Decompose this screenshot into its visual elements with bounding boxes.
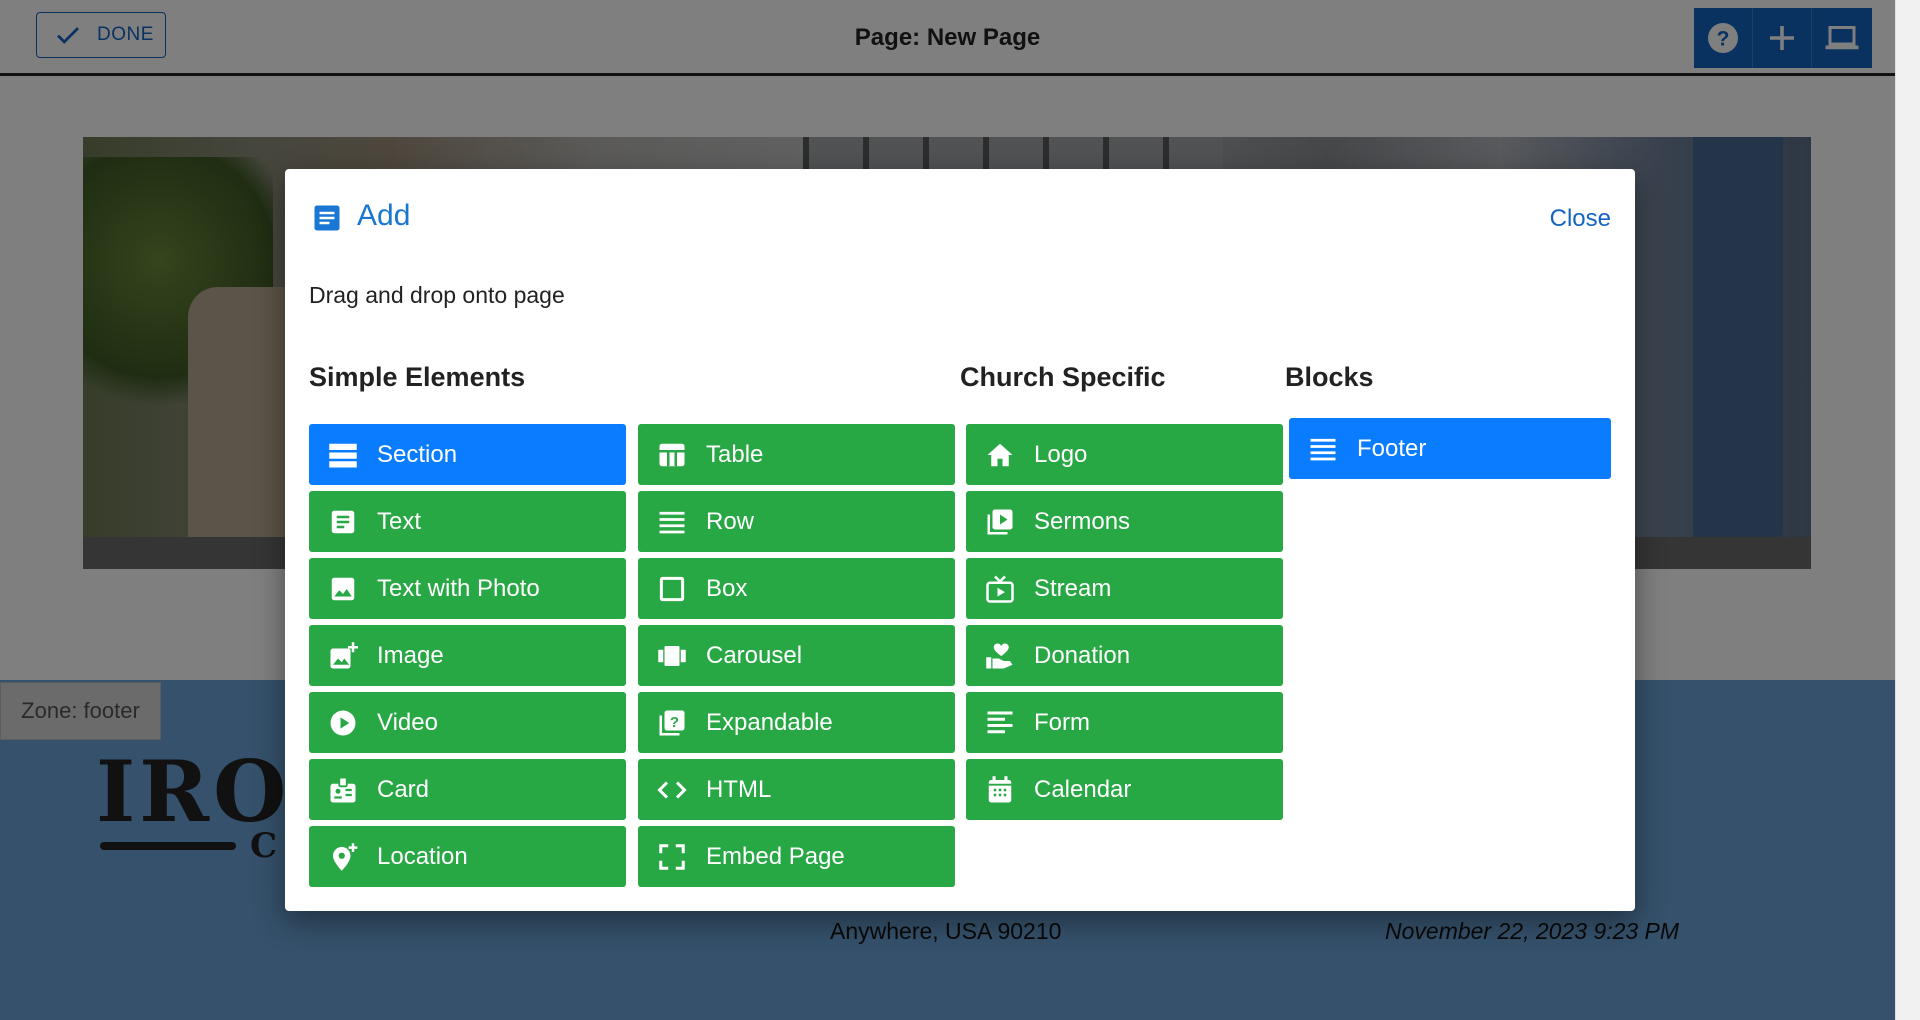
element-calendar[interactable]: Calendar — [966, 759, 1283, 820]
home-icon — [987, 443, 1013, 466]
element-label: HTML — [706, 775, 772, 803]
element-text[interactable]: Text — [309, 491, 626, 552]
text-icon — [331, 510, 355, 533]
play-circle-icon — [330, 710, 356, 735]
element-label: Text — [377, 507, 422, 535]
element-label: Stream — [1034, 574, 1112, 602]
element-sermons[interactable]: Sermons — [966, 491, 1283, 552]
add-photo-icon — [330, 641, 358, 668]
element-video[interactable]: Video — [309, 692, 626, 753]
element-label: Logo — [1034, 440, 1088, 468]
fullscreen-icon — [659, 843, 685, 870]
element-image[interactable]: Image — [309, 625, 626, 686]
row-icon — [659, 511, 685, 533]
svg-text:?: ? — [670, 713, 679, 730]
box-icon — [659, 576, 685, 601]
add-location-icon — [333, 842, 358, 871]
blocks-heading: Blocks — [1285, 362, 1374, 392]
page-scrollbar[interactable] — [1895, 0, 1920, 1020]
element-location[interactable]: Location — [309, 826, 626, 887]
block-footer[interactable]: Footer — [1289, 418, 1611, 479]
element-label: Footer — [1357, 434, 1427, 462]
article-icon — [314, 205, 340, 231]
element-card[interactable]: Card — [309, 759, 626, 820]
element-label: Carousel — [706, 641, 803, 669]
element-label: Text with Photo — [377, 574, 540, 602]
element-embed-page[interactable]: Embed Page — [638, 826, 955, 887]
badge-icon — [330, 776, 356, 802]
volunteer-icon — [986, 643, 1013, 668]
element-label: Video — [377, 708, 438, 736]
element-carousel[interactable]: Carousel — [638, 625, 955, 686]
element-section[interactable]: Section — [309, 424, 626, 485]
element-logo[interactable]: Logo — [966, 424, 1283, 485]
element-donation[interactable]: Donation — [966, 625, 1283, 686]
calendar-icon — [988, 775, 1012, 802]
element-box[interactable]: Box — [638, 558, 955, 619]
dialog-instructions: Drag and drop onto page — [309, 282, 565, 308]
element-label: Form — [1034, 708, 1090, 736]
element-label: Donation — [1034, 641, 1131, 669]
close-button[interactable]: Close — [1550, 205, 1611, 233]
element-label: Card — [377, 775, 430, 803]
element-label: Section — [377, 440, 458, 468]
element-html[interactable]: HTML — [638, 759, 955, 820]
video-library-icon — [987, 509, 1013, 534]
expandable-icon: ? — [659, 710, 685, 735]
element-label: Embed Page — [706, 842, 845, 870]
footer-icon — [1310, 438, 1336, 460]
add-dialog: Add Close Drag and drop onto page Simple… — [285, 169, 1635, 911]
element-label: Expandable — [706, 708, 833, 736]
simple-elements-heading: Simple Elements — [309, 362, 526, 392]
section-icon — [329, 443, 357, 467]
dialog-title: Add — [357, 199, 411, 232]
element-label: Location — [377, 842, 468, 870]
element-table[interactable]: Table — [638, 424, 955, 485]
photo-icon — [331, 577, 355, 600]
element-expandable[interactable]: ? Expandable — [638, 692, 955, 753]
form-icon — [987, 711, 1013, 733]
element-row[interactable]: Row — [638, 491, 955, 552]
element-label: Table — [706, 440, 764, 468]
church-specific-heading: Church Specific — [960, 362, 1166, 392]
element-text-with-photo[interactable]: Text with Photo — [309, 558, 626, 619]
table-icon — [659, 443, 685, 466]
element-stream[interactable]: Stream — [966, 558, 1283, 619]
element-label: Calendar — [1034, 775, 1132, 803]
carousel-icon — [658, 645, 686, 666]
element-label: Box — [706, 574, 748, 602]
element-label: Row — [706, 507, 755, 535]
element-form[interactable]: Form — [966, 692, 1283, 753]
live-tv-icon — [986, 575, 1014, 603]
element-label: Image — [377, 641, 444, 669]
element-label: Sermons — [1034, 507, 1131, 535]
code-icon — [657, 780, 687, 799]
